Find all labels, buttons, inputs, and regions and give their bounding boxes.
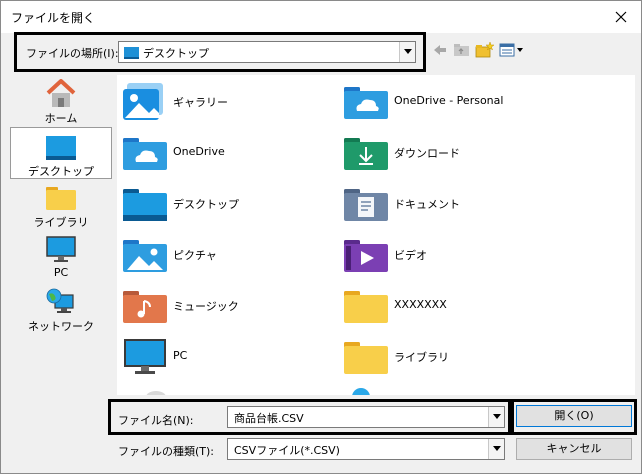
list-item-label: ミュージック: [173, 300, 239, 313]
close-button[interactable]: [609, 5, 633, 29]
cancel-button[interactable]: キャンセル: [516, 438, 632, 460]
list-item-label: デスクトップ: [173, 198, 239, 211]
up-folder-icon[interactable]: [453, 41, 471, 59]
filename-highlight-box: [108, 399, 511, 435]
sidebar-item-label: ライブラリ: [33, 216, 89, 229]
back-arrow-icon[interactable]: [432, 41, 448, 59]
library-folder-icon: [344, 342, 388, 374]
library-folder-icon: [46, 187, 76, 210]
folder-icon: [344, 291, 388, 323]
network-globe-icon: [46, 288, 74, 313]
pc-monitor-icon: [124, 339, 166, 374]
list-item-label: PC: [173, 349, 188, 362]
list-item-label: OneDrive: [173, 145, 225, 158]
list-item-label: XXXXXXX: [394, 298, 447, 311]
list-item-documents[interactable]: ドキュメント: [338, 181, 558, 223]
file-list-pane: ギャラリー OneDrive - Personal OneDrive ダウンロー…: [117, 75, 635, 395]
gallery-icon: [123, 83, 163, 120]
onedrive-folder-icon: [123, 138, 167, 170]
sidebar-item-library[interactable]: ライブラリ: [10, 179, 112, 231]
filetype-value: CSVファイル(*.CSV): [234, 444, 340, 457]
list-item-onedrive-personal[interactable]: OneDrive - Personal: [338, 79, 558, 121]
filetype-dropdown[interactable]: CSVファイル(*.CSV): [227, 438, 505, 460]
view-menu-icon[interactable]: [499, 41, 525, 59]
list-item-label: ドキュメント: [394, 198, 460, 211]
network-globe-icon: [352, 388, 370, 395]
places-sidebar: ホーム デスクトップ ライブラリ PC ネットワーク: [10, 75, 112, 395]
window-title: ファイルを開く: [11, 11, 96, 25]
sidebar-item-label: ネットワーク: [28, 320, 94, 333]
desktop-folder-icon: [123, 189, 167, 221]
pictures-folder-icon: [123, 240, 167, 272]
close-icon: [615, 11, 627, 23]
list-item-label: ダウンロード: [394, 147, 460, 160]
drive-icon: [146, 391, 166, 395]
list-item-label: ピクチャ: [173, 249, 217, 262]
list-item-label: OneDrive - Personal: [394, 94, 504, 107]
sidebar-item-label: PC: [53, 266, 69, 279]
sidebar-item-desktop[interactable]: デスクトップ: [10, 127, 112, 179]
list-item-label: ギャラリー: [173, 96, 228, 109]
new-folder-icon[interactable]: [475, 41, 495, 59]
title-bar: ファイルを開く: [1, 1, 641, 33]
pc-monitor-icon: [46, 236, 76, 262]
list-item-pc[interactable]: PC: [117, 334, 337, 376]
list-item-desktop[interactable]: デスクトップ: [117, 181, 337, 223]
lookin-highlight-box: [14, 32, 426, 72]
desktop-icon: [46, 136, 76, 160]
list-item-gallery[interactable]: ギャラリー: [117, 79, 337, 121]
sidebar-item-pc[interactable]: PC: [10, 231, 112, 283]
sidebar-item-network[interactable]: ネットワーク: [10, 283, 112, 335]
open-file-dialog: ファイルを開く ファイルの場所(I): デスクトップ ホーム デスクトップ ライ…: [0, 0, 642, 474]
chevron-down-icon[interactable]: [488, 439, 504, 459]
videos-folder-icon: [344, 240, 388, 272]
list-item-label: ビデオ: [394, 249, 427, 262]
onedrive-folder-icon: [344, 87, 388, 119]
home-icon: [46, 79, 76, 107]
downloads-folder-icon: [344, 138, 388, 170]
list-item-downloads[interactable]: ダウンロード: [338, 130, 558, 172]
list-item-library[interactable]: ライブラリ: [338, 334, 558, 376]
list-item-onedrive[interactable]: OneDrive: [117, 130, 337, 172]
sidebar-item-home[interactable]: ホーム: [10, 75, 112, 127]
list-item-label: ライブラリ: [394, 351, 449, 364]
sidebar-item-label: ホーム: [44, 112, 78, 125]
open-button-highlight-box: [511, 399, 637, 435]
documents-folder-icon: [344, 189, 388, 221]
music-folder-icon: [123, 291, 167, 323]
filetype-label: ファイルの種類(T):: [118, 445, 215, 458]
list-item-pictures[interactable]: ピクチャ: [117, 232, 337, 274]
list-item-folder[interactable]: XXXXXXX: [338, 283, 558, 325]
list-item-videos[interactable]: ビデオ: [338, 232, 558, 274]
sidebar-item-label: デスクトップ: [28, 165, 94, 178]
list-item-music[interactable]: ミュージック: [117, 283, 337, 325]
